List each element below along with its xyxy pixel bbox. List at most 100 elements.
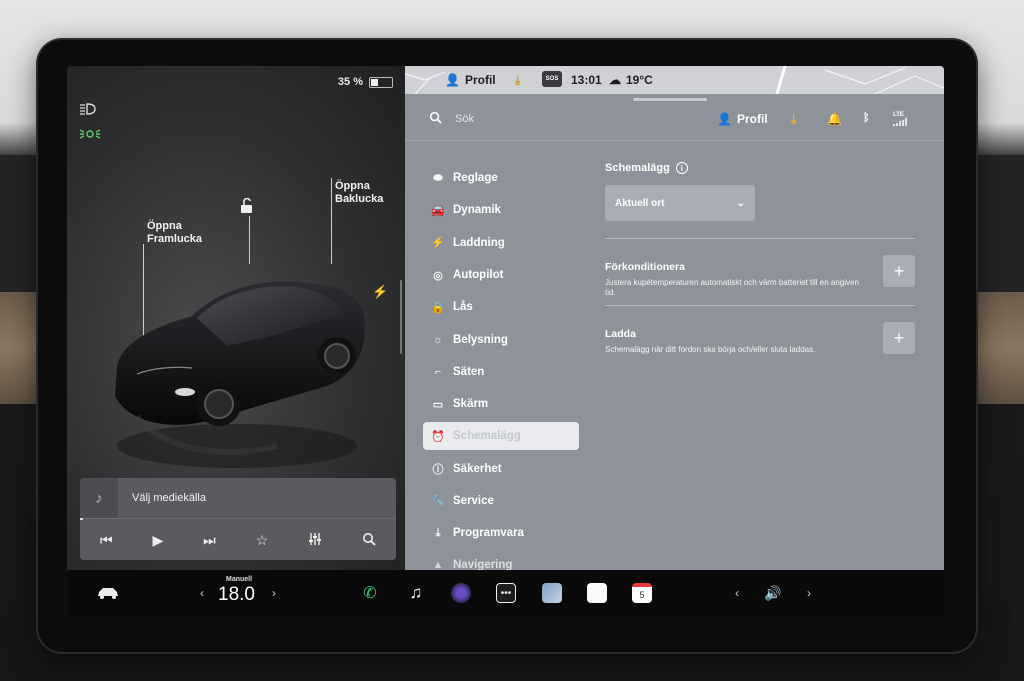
- menu-item-label: Säkerhet: [453, 462, 502, 475]
- battery-fill: [371, 78, 378, 86]
- calendar-icon[interactable]: 5: [631, 570, 653, 616]
- navigation-app-icon[interactable]: [541, 570, 563, 616]
- display-icon: ▭: [432, 398, 444, 411]
- bolt-icon: ⚡: [431, 237, 445, 250]
- notification-bell-icon[interactable]: 🔔: [827, 112, 842, 126]
- location-dropdown[interactable]: Aktuell ort ⌄: [605, 185, 755, 221]
- clock: 13:01: [571, 73, 602, 87]
- add-charge-schedule-button[interactable]: +: [883, 322, 915, 354]
- topbar-profile-label: Profil: [464, 73, 496, 87]
- menu-item-programvara[interactable]: ⤓ Programvara: [423, 517, 579, 549]
- sos-label: SOS: [542, 71, 562, 87]
- chevron-down-icon: ⌄: [736, 197, 745, 209]
- favorite-icon[interactable]: ☆: [256, 532, 269, 549]
- media-source-label: Välj mediekälla: [132, 492, 206, 504]
- menu-item-label: Autopilot: [453, 269, 504, 282]
- seat-icon: ⌐: [434, 365, 442, 378]
- lock-icon: 🔒: [431, 301, 445, 314]
- camera-icon[interactable]: [450, 570, 472, 616]
- alarm-clock-icon: ⏰: [431, 430, 445, 443]
- car-icon[interactable]: [95, 570, 121, 616]
- frunk-label-line1: Öppna: [147, 220, 182, 232]
- precondition-description: Justera kupétemperaturen automatiskt och…: [605, 278, 859, 297]
- volume-down-icon[interactable]: ‹: [735, 586, 739, 600]
- music-icon[interactable]: ♫: [405, 570, 427, 616]
- sos-button[interactable]: SOS: [542, 71, 562, 87]
- dashboard-right: [974, 155, 1024, 295]
- scroll-indicator: [400, 280, 402, 354]
- menu-item-label: Schemalägg: [453, 430, 521, 443]
- panel-grabber[interactable]: [633, 98, 707, 101]
- calendar-day: 5: [632, 583, 652, 603]
- menu-item-belysning[interactable]: ☼ Belysning: [423, 323, 579, 355]
- parking-lights-icon[interactable]: [79, 128, 101, 143]
- precondition-row: Förkonditionera Justera kupétemperaturen…: [605, 255, 915, 311]
- menu-item-label: Programvara: [453, 527, 524, 540]
- battery-status: 35 %: [338, 76, 393, 88]
- menu-item-säten[interactable]: ⌐ Säten: [423, 356, 579, 388]
- status-bar: 👤 Profil ⤓ SOS 13:01 ☁ 19°C: [405, 66, 944, 94]
- car-icon: 🚘: [431, 204, 445, 217]
- media-source-row[interactable]: ♪ Välj mediekälla: [80, 478, 396, 519]
- person-icon: 👤: [717, 112, 732, 126]
- info-icon[interactable]: i: [675, 162, 688, 174]
- software-update-icon[interactable]: ⤓: [515, 73, 520, 88]
- schedule-title: Schemalägg: [605, 162, 670, 174]
- menu-item-säkerhet[interactable]: ⓘ Säkerhet: [423, 452, 579, 484]
- cabin-temperature[interactable]: 18.0: [218, 584, 255, 606]
- download-icon[interactable]: ⤓: [791, 112, 796, 127]
- menu-item-reglage[interactable]: ⬬ Reglage: [423, 162, 579, 194]
- menu-item-label: Skärm: [453, 398, 489, 411]
- menu-item-autopilot[interactable]: ◎ Autopilot: [423, 259, 579, 291]
- trunk-label[interactable]: Öppna Baklucka: [335, 180, 383, 206]
- charge-description: Schemalägg när ditt fordon ska börja och…: [605, 345, 816, 354]
- settings-panel: 👤 Profil ⤓ SOS 13:01 ☁ 19°C Sök 👤 Profil: [405, 66, 944, 571]
- search-icon[interactable]: [362, 532, 376, 549]
- menu-item-skärm[interactable]: ▭ Skärm: [423, 388, 579, 420]
- trunk-label-line1: Öppna: [335, 180, 370, 192]
- media-player: ♪ Välj mediekälla ⏮ ▶ ⏭ ☆: [80, 478, 396, 560]
- menu-item-service[interactable]: 🔧 Service: [423, 485, 579, 517]
- weather: ☁ 19°C: [609, 73, 653, 87]
- touchscreen: 35 % Öppna Framlucka Öppna Baklucka ⚡ ♪ …: [67, 66, 944, 616]
- play-icon[interactable]: ▶: [152, 532, 163, 549]
- menu-item-laddning[interactable]: ⚡ Laddning: [423, 227, 579, 259]
- notes-icon[interactable]: [586, 570, 608, 616]
- steering-wheel-icon: ◎: [433, 269, 443, 282]
- menu-item-lås[interactable]: 🔒 Lås: [423, 291, 579, 323]
- unlock-icon[interactable]: [239, 197, 255, 219]
- menu-item-label: Säten: [453, 365, 485, 378]
- cloud-icon: ☁: [609, 73, 621, 87]
- sun-icon: ☼: [432, 333, 444, 346]
- menu-item-schemalägg[interactable]: ⏰ Schemalägg: [423, 422, 579, 451]
- headlights-icon[interactable]: [79, 102, 97, 119]
- media-progress[interactable]: [80, 518, 83, 520]
- equalizer-icon[interactable]: [308, 532, 322, 549]
- battery-icon: [369, 76, 393, 88]
- battery-percent: 35 %: [337, 76, 363, 88]
- car-panel: 35 % Öppna Framlucka Öppna Baklucka ⚡ ♪ …: [67, 66, 405, 570]
- topbar-profile[interactable]: 👤 Profil: [445, 73, 496, 87]
- menu-item-label: Service: [453, 494, 494, 507]
- search-icon[interactable]: [429, 111, 442, 127]
- bluetooth-icon[interactable]: ᛒ: [863, 112, 870, 124]
- menu-item-dynamik[interactable]: 🚘 Dynamik: [423, 194, 579, 226]
- car-model-image: [115, 281, 365, 468]
- volume-up-icon[interactable]: ›: [807, 586, 811, 600]
- menu-item-label: Belysning: [453, 333, 508, 346]
- temp-down-icon[interactable]: ‹: [200, 586, 204, 600]
- more-apps-icon[interactable]: •••: [495, 570, 517, 616]
- temp-up-icon[interactable]: ›: [272, 586, 276, 600]
- next-icon[interactable]: ⏭: [203, 532, 216, 549]
- settings-menu: ⬬ Reglage 🚘 Dynamik ⚡ Laddning ◎ Autopilot 🔒 Lås ☼…: [423, 162, 579, 582]
- previous-icon[interactable]: ⏮: [100, 532, 113, 549]
- profile-button[interactable]: 👤 Profil: [717, 112, 768, 126]
- volume-icon[interactable]: 🔊: [759, 570, 787, 616]
- frunk-label[interactable]: Öppna Framlucka: [147, 220, 202, 246]
- phone-icon[interactable]: ✆: [359, 570, 381, 616]
- alert-circle-icon: ⓘ: [432, 463, 444, 476]
- settings-search-input[interactable]: Sök: [455, 113, 474, 125]
- add-precondition-button[interactable]: +: [883, 255, 915, 287]
- download-icon: ⤓: [435, 526, 441, 539]
- menu-item-label: Lås: [453, 301, 473, 314]
